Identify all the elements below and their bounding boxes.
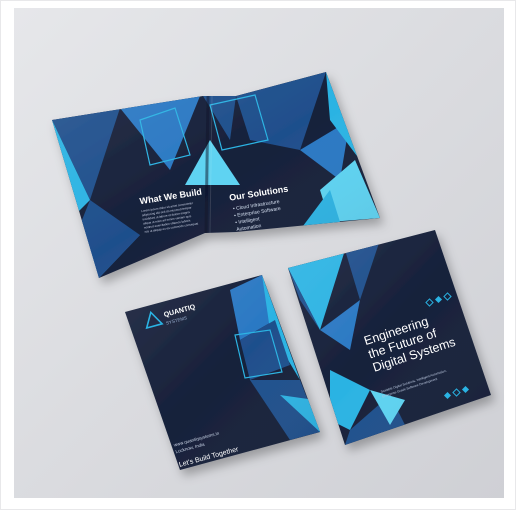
brochure-mockup-scene: What We Build Lorem ipsum dolor sit amet… [14,8,504,498]
